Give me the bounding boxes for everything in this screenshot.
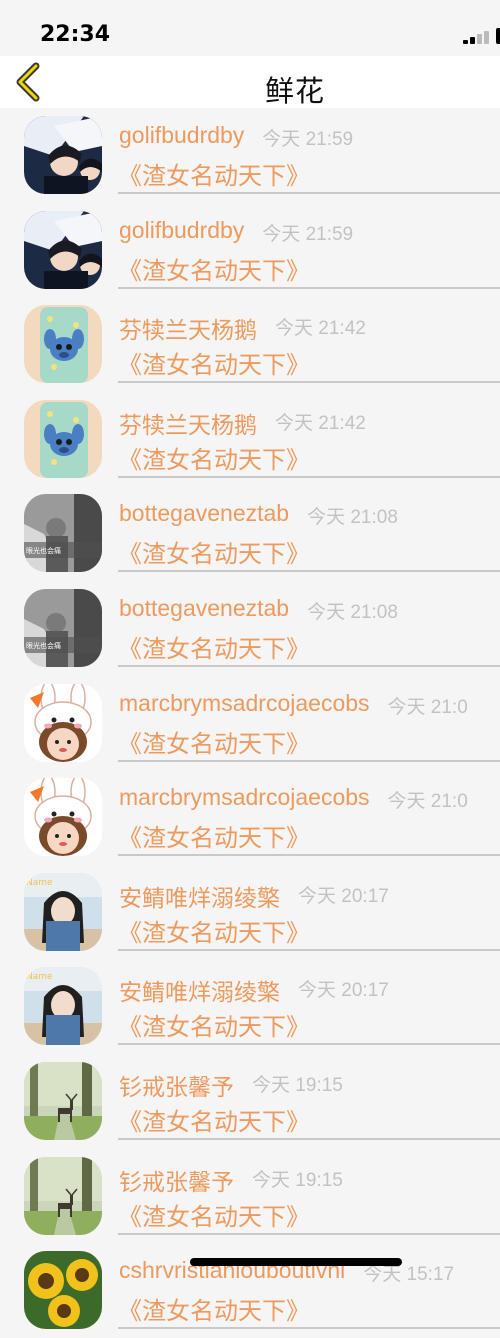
book-title[interactable]: 《渣女名动天下》 (118, 913, 310, 948)
girl-photo-avatar[interactable]: Name (24, 967, 102, 1046)
book-title[interactable]: 《渣女名动天下》 (118, 440, 310, 475)
list-item-content: bottegaveneztab 今天 21:08 《渣女名动天下》 (118, 486, 500, 580)
user-name[interactable]: 钐戒张馨予 (119, 1068, 234, 1102)
book-title[interactable]: 《渣女名动天下》 (118, 1197, 310, 1232)
book-title[interactable]: 《渣女名动天下》 (118, 251, 310, 286)
list-item-content: 芬犊兰天杨鹅 今天 21:42 《渣女名动天下》 (118, 392, 500, 486)
book-title[interactable]: 《渣女名动天下》 (118, 724, 310, 759)
row-divider (118, 854, 500, 857)
list-item-content: golifbudrdby 今天 21:59 《渣女名动天下》 (118, 203, 500, 297)
list-item-content: 安鲭唯烊溺绫檠 今天 20:17 《渣女名动天下》 (118, 959, 500, 1053)
book-title[interactable]: 《渣女名动天下》 (118, 1007, 310, 1042)
list-item-content: 芬犊兰天杨鹅 今天 21:42 《渣女名动天下》 (118, 297, 500, 391)
row-divider (118, 664, 500, 667)
list-item-content: marcbrymsadrcojaecobs 今天 21:0 《渣女名动天下》 (118, 676, 500, 770)
book-title[interactable]: 《渣女名动天下》 (118, 629, 310, 664)
list-item[interactable]: 眼光也会痛 bottegaveneztab 今天 21:08 《渣女名动天下》 (0, 581, 500, 676)
book-title[interactable]: 《渣女名动天下》 (118, 345, 310, 380)
post-time: 今天 21:08 (307, 601, 398, 623)
row-divider (118, 1327, 500, 1330)
page-title: 鲜花 (264, 74, 325, 108)
post-time: 今天 21:59 (262, 223, 354, 245)
user-name[interactable]: golifbudrdby (119, 122, 244, 149)
user-name[interactable]: marcbrymsadrcojaecobs (119, 690, 370, 717)
post-time: 今天 20:17 (298, 980, 389, 1002)
list-item[interactable]: marcbrymsadrcojaecobs 今天 21:0 《渣女名动天下》 (0, 676, 500, 771)
deer-forest-avatar[interactable] (24, 1156, 102, 1235)
grayscale-photo-avatar[interactable]: 眼光也会痛 (24, 588, 102, 667)
bunny-girl-avatar[interactable] (24, 778, 102, 857)
post-time: 今天 21:08 (307, 507, 398, 529)
post-time: 今天 19:15 (252, 1169, 343, 1191)
list-item[interactable]: Name 安鲭唯烊溺绫檠 今天 20:17 《渣女名动天下》 (0, 865, 500, 960)
row-divider (118, 286, 500, 289)
row-divider (118, 948, 500, 951)
row-divider (118, 381, 500, 384)
user-name[interactable]: 安鲭唯烊溺绫檠 (119, 879, 280, 913)
status-time: 22:34 (40, 22, 111, 47)
girl-photo-avatar[interactable]: Name (24, 872, 102, 951)
book-title[interactable]: 《渣女名动天下》 (118, 1102, 310, 1137)
flower-gift-list: golifbudrdby 今天 21:59 《渣女名动天下》 golifbudrdby… (0, 108, 500, 1338)
svg-text:Name: Name (26, 972, 53, 982)
list-item[interactable]: Name 安鲭唯烊溺绫檠 今天 20:17 《渣女名动天下》 (0, 959, 500, 1054)
post-time: 今天 21:0 (387, 696, 468, 718)
grayscale-photo-avatar[interactable]: 眼光也会痛 (24, 494, 102, 573)
svg-text:Name: Name (26, 878, 53, 888)
list-item[interactable]: 芬犊兰天杨鹅 今天 21:42 《渣女名动天下》 (0, 297, 500, 392)
row-divider (118, 759, 500, 762)
phone-case-avatar[interactable] (24, 305, 102, 384)
user-name[interactable]: bottegaveneztab (119, 500, 289, 527)
row-divider (118, 1043, 500, 1046)
user-name[interactable]: bottegaveneztab (119, 595, 289, 622)
user-name[interactable]: 芬犊兰天杨鹅 (119, 406, 257, 440)
phone-case-avatar[interactable] (24, 399, 102, 478)
list-item[interactable]: 钐戒张馨予 今天 19:15 《渣女名动天下》 (0, 1149, 500, 1244)
user-name[interactable]: 芬犊兰天杨鹅 (119, 311, 257, 345)
svg-text:眼光也会痛: 眼光也会痛 (26, 641, 61, 650)
book-title[interactable]: 《渣女名动天下》 (118, 156, 310, 191)
post-time: 今天 21:0 (387, 791, 468, 813)
list-item-content: bottegaveneztab 今天 21:08 《渣女名动天下》 (118, 581, 500, 675)
row-divider (118, 1232, 500, 1235)
signal-icon (463, 30, 493, 44)
list-item-content: 安鲭唯烊溺绫檠 今天 20:17 《渣女名动天下》 (118, 865, 500, 959)
list-item-content: 钐戒张馨予 今天 19:15 《渣女名动天下》 (118, 1149, 500, 1243)
home-indicator[interactable] (190, 1258, 402, 1266)
nav-bar: 鲜花 (0, 56, 500, 108)
list-item[interactable]: marcbrymsadrcojaecobs 今天 21:0 《渣女名动天下》 (0, 770, 500, 865)
post-time: 今天 21:42 (275, 412, 366, 434)
deer-forest-avatar[interactable] (24, 1061, 102, 1140)
user-name[interactable]: 钐戒张馨予 (119, 1163, 234, 1197)
sunflower-avatar[interactable] (24, 1251, 102, 1330)
post-time: 今天 19:15 (252, 1074, 343, 1096)
row-divider (118, 192, 500, 194)
list-item-content: 钐戒张馨予 今天 19:15 《渣女名动天下》 (118, 1054, 500, 1148)
status-bar: 22:34 (0, 0, 500, 56)
list-item-content: golifbudrdby 今天 21:59 《渣女名动天下》 (118, 108, 500, 202)
list-item[interactable]: 钐戒张馨予 今天 19:15 《渣女名动天下》 (0, 1054, 500, 1149)
row-divider (118, 475, 500, 478)
user-name[interactable]: golifbudrdby (119, 217, 244, 244)
row-divider (118, 1137, 500, 1140)
user-name[interactable]: 安鲭唯烊溺绫檠 (119, 973, 280, 1007)
row-divider (118, 570, 500, 573)
post-time: 今天 20:17 (298, 885, 389, 907)
anime-avatar[interactable] (24, 116, 102, 194)
svg-text:眼光也会痛: 眼光也会痛 (26, 546, 61, 555)
post-time: 今天 21:42 (275, 318, 366, 340)
list-item[interactable]: golifbudrdby 今天 21:59 《渣女名动天下》 (0, 203, 500, 298)
list-item[interactable]: golifbudrdby 今天 21:59 《渣女名动天下》 (0, 108, 500, 203)
bunny-girl-avatar[interactable] (24, 683, 102, 762)
post-time: 今天 21:59 (262, 129, 354, 150)
anime-avatar[interactable] (24, 210, 102, 289)
list-item[interactable]: 眼光也会痛 bottegaveneztab 今天 21:08 《渣女名动天下》 (0, 486, 500, 581)
book-title[interactable]: 《渣女名动天下》 (118, 1291, 310, 1326)
book-title[interactable]: 《渣女名动天下》 (118, 818, 310, 853)
list-item[interactable]: 芬犊兰天杨鹅 今天 21:42 《渣女名动天下》 (0, 392, 500, 487)
battery-icon (496, 28, 500, 44)
list-item-content: marcbrymsadrcojaecobs 今天 21:0 《渣女名动天下》 (118, 770, 500, 864)
user-name[interactable]: marcbrymsadrcojaecobs (119, 784, 370, 811)
book-title[interactable]: 《渣女名动天下》 (118, 534, 310, 569)
